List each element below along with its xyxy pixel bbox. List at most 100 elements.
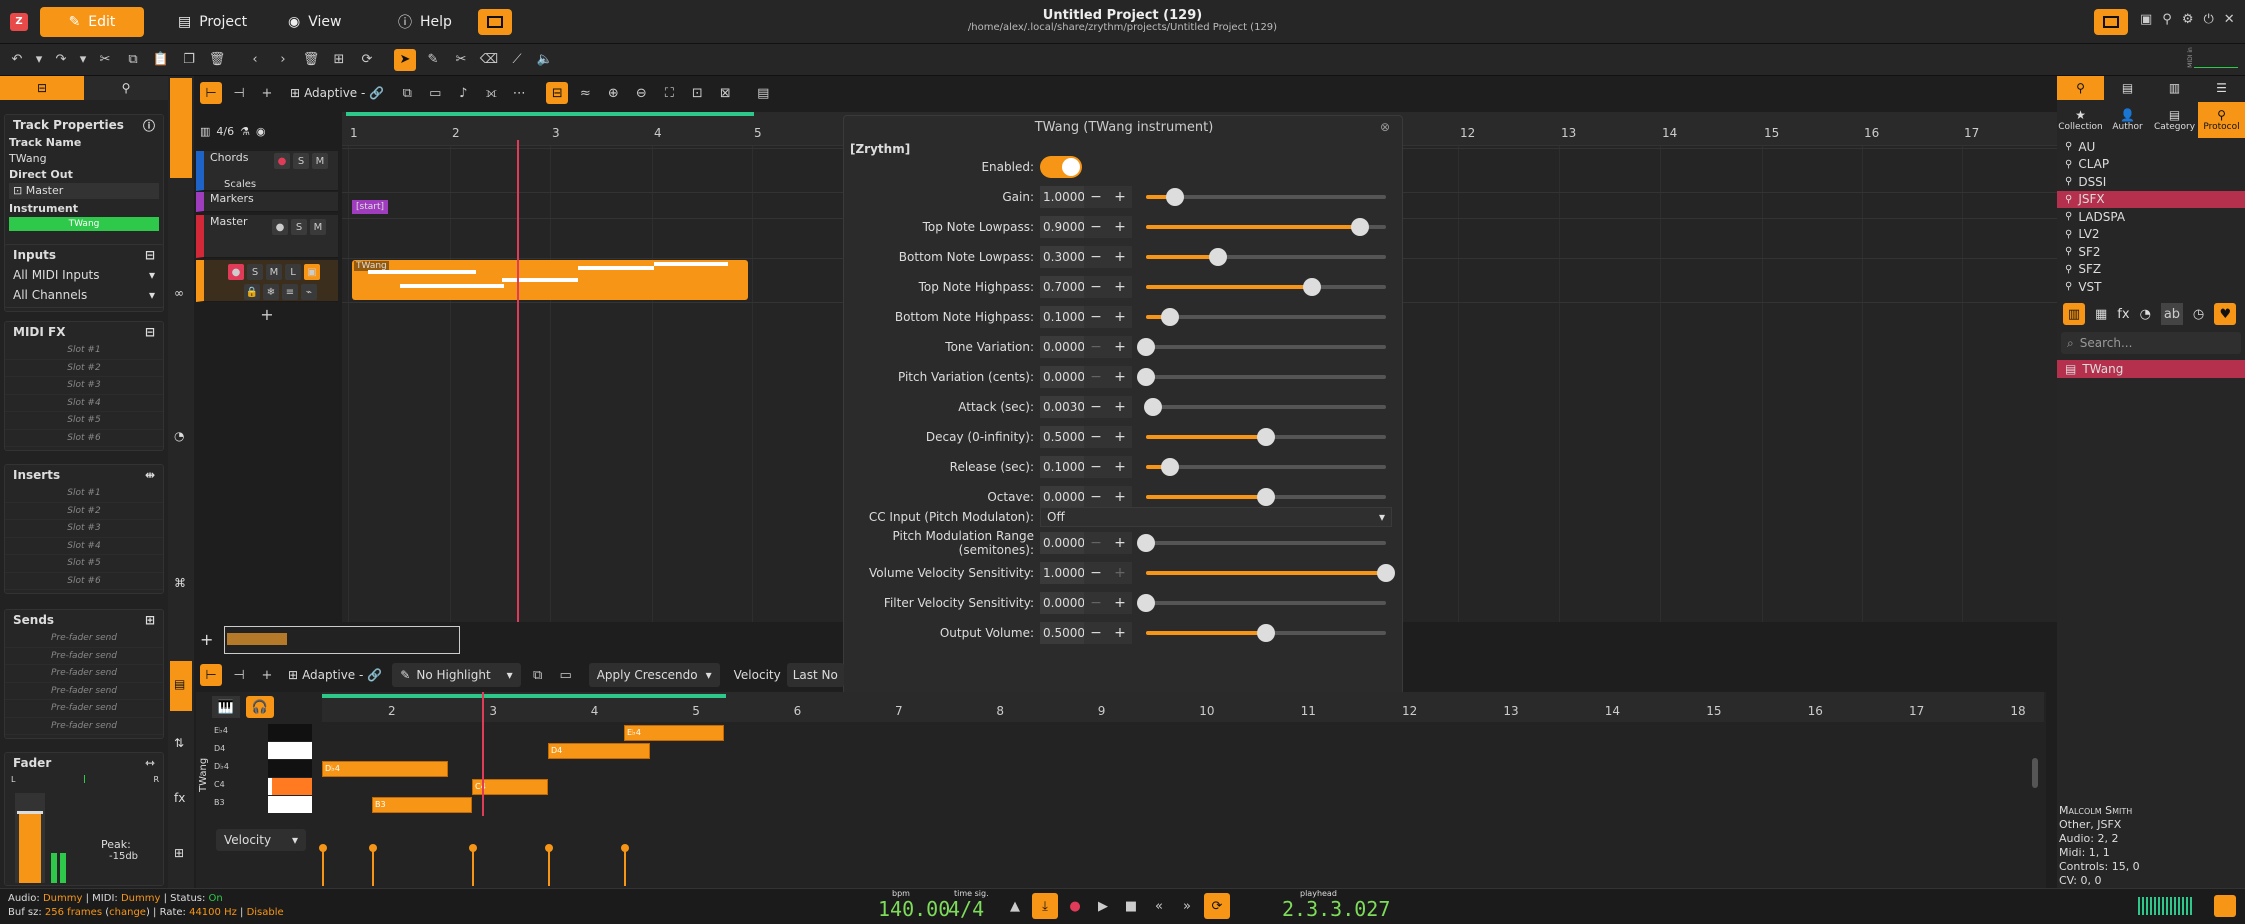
ramp-tool-icon[interactable]: ⟋ [506,49,528,71]
arranger-minimap[interactable] [224,626,460,654]
visibility-icon[interactable]: ◉ [256,125,266,138]
highlight-select[interactable]: ✎ No Highlight ▾ [392,663,521,687]
param-slider[interactable] [1146,218,1386,236]
slider-knob[interactable] [1161,308,1179,326]
plug-icon[interactable]: ⚲ [2162,12,2172,27]
record-icon[interactable]: ● [1064,895,1086,917]
favorite-icon[interactable]: ♥ [2214,303,2237,325]
param-value-input[interactable]: 0.50000 [1040,426,1084,448]
grid-icon[interactable]: ⊞ [174,846,184,860]
send-slot[interactable]: Pre-fader send [5,700,163,718]
slider-knob[interactable] [1137,534,1155,552]
snap-select[interactable]: ⊞ Adaptive - 🔗 [284,82,390,104]
cut-icon[interactable]: ✂ [94,49,116,71]
add-icon[interactable]: + [200,630,213,649]
insert-slot[interactable]: Slot #5 [5,555,163,573]
note-b-3[interactable]: B3 [372,797,472,813]
increment-button[interactable]: + [1108,246,1132,268]
param-slider[interactable] [1137,338,1386,356]
param-slider[interactable] [1146,564,1395,582]
slider-knob[interactable] [1209,248,1227,266]
zoom-in-icon[interactable]: ⊕ [602,82,624,104]
chart-icon[interactable]: ▦ [2095,307,2107,322]
note-e-flat-4[interactable]: E♭4 [624,725,724,741]
increment-button[interactable]: + [1108,592,1132,614]
forward-icon[interactable]: » [1176,895,1198,917]
decrement-button[interactable]: − [1084,306,1108,328]
loop-range[interactable] [346,112,754,116]
lock-button[interactable]: 🔒 [244,284,260,300]
send-slot[interactable]: Pre-fader send [5,630,163,648]
param-value-input[interactable]: 1.00000 [1040,186,1084,208]
merge-icon[interactable]: ⟗ [480,82,502,104]
param-value-input[interactable]: 0.00300 [1040,396,1084,418]
increment-button[interactable]: + [1108,562,1132,584]
plugin-search[interactable]: ⌕ Search... [2061,332,2241,354]
timestretch-icon[interactable]: ⊟ [546,82,569,104]
midi-fx-slot[interactable]: Slot #5 [5,412,163,430]
param-value-input[interactable]: 0.90000 [1040,216,1084,238]
crescendo-select[interactable]: Apply Crescendo ▾ [588,663,720,687]
decrement-button[interactable]: − [1084,486,1108,508]
slider-knob[interactable] [1257,488,1275,506]
param-slider[interactable] [1146,428,1386,446]
midi-channels-select[interactable]: All Channels ▾ [5,285,163,305]
eraser-tool-icon[interactable]: ⌫ [478,49,500,71]
protocol-item[interactable]: ⚲ CLAP [2057,156,2245,174]
metronome-icon[interactable]: ▲ [1004,895,1026,917]
mute-button[interactable]: M [310,219,326,235]
zoom-fit-icon[interactable]: ⛶ [658,82,680,104]
piano-icon[interactable]: 🎹 [212,696,240,718]
editor-loop-range[interactable] [322,694,726,698]
param-slider[interactable] [1146,488,1386,506]
insert-slot[interactable]: Slot #2 [5,503,163,520]
record-button[interactable]: ● [228,264,244,280]
track-markers[interactable]: Markers [196,192,338,212]
insert-slot[interactable]: Slot #4 [5,538,163,555]
filter-tab-category[interactable]: ▤ Category [2151,102,2198,138]
waveform-icon[interactable]: ≈ [574,82,596,104]
slider-knob[interactable] [1377,564,1395,582]
delete-icon[interactable]: 🗑 [206,49,228,71]
fx-icon[interactable]: fx [2117,307,2129,322]
loop-selection-icon[interactable]: ⟳ [356,49,378,71]
routing-icon[interactable]: ⇹ [145,468,155,482]
param-value-input[interactable]: 0.00000 [1040,486,1084,508]
decrement-button[interactable]: − [1084,186,1108,208]
record-button[interactable]: ● [274,153,290,169]
palette-icon[interactable]: ◔ [2140,307,2151,322]
select-all-icon[interactable]: ⊞ [328,49,350,71]
note-d-flat-4[interactable]: D♭4 [322,761,448,777]
insert-slot[interactable]: Slot #3 [5,520,163,538]
increment-button[interactable]: + [1108,456,1132,478]
midi-fx-slot[interactable]: Slot #1 [5,342,163,360]
midi-fx-slot[interactable]: Slot #3 [5,377,163,395]
param-slider[interactable] [1146,458,1386,476]
param-value-input[interactable]: 0.10000 [1040,306,1084,328]
monitor-button[interactable]: ● [272,219,288,235]
fit-icon[interactable]: ⧉ [396,82,418,104]
increment-button[interactable]: + [1108,216,1132,238]
decrement-button[interactable]: − [1084,216,1108,238]
track-inspector-tab[interactable]: ⊟ [0,76,84,100]
fx-icon[interactable]: fx [174,791,185,805]
playhead[interactable] [517,140,519,622]
param-slider[interactable] [1137,368,1386,386]
zoom-out-icon[interactable]: ⊖ [630,82,652,104]
filter-tab-collection[interactable]: ★ Collection [2057,102,2104,138]
midi-fx-slot[interactable]: Slot #2 [5,360,163,377]
clear-selection-icon[interactable]: 🗑 [300,49,322,71]
bpm-display[interactable]: 140.00 [878,897,950,921]
file-browser-tab[interactable]: ▤ [2104,81,2151,95]
key-d-4[interactable] [268,742,312,759]
mute-button[interactable]: M [312,153,328,169]
param-value-input[interactable]: 1.00000 [1040,562,1084,584]
param-value-input[interactable]: 0.00000 [1040,592,1084,614]
slider-knob[interactable] [1257,428,1275,446]
info-icon[interactable]: ⓘ [143,117,155,134]
disable-engine-link[interactable]: Disable [247,907,284,918]
increment-button[interactable]: + [1108,396,1132,418]
velocity-type-select[interactable]: Velocity ▾ [216,829,306,851]
param-value-input[interactable]: 0.10000 [1040,456,1084,478]
select-tool-icon[interactable]: ➤ [394,48,416,71]
